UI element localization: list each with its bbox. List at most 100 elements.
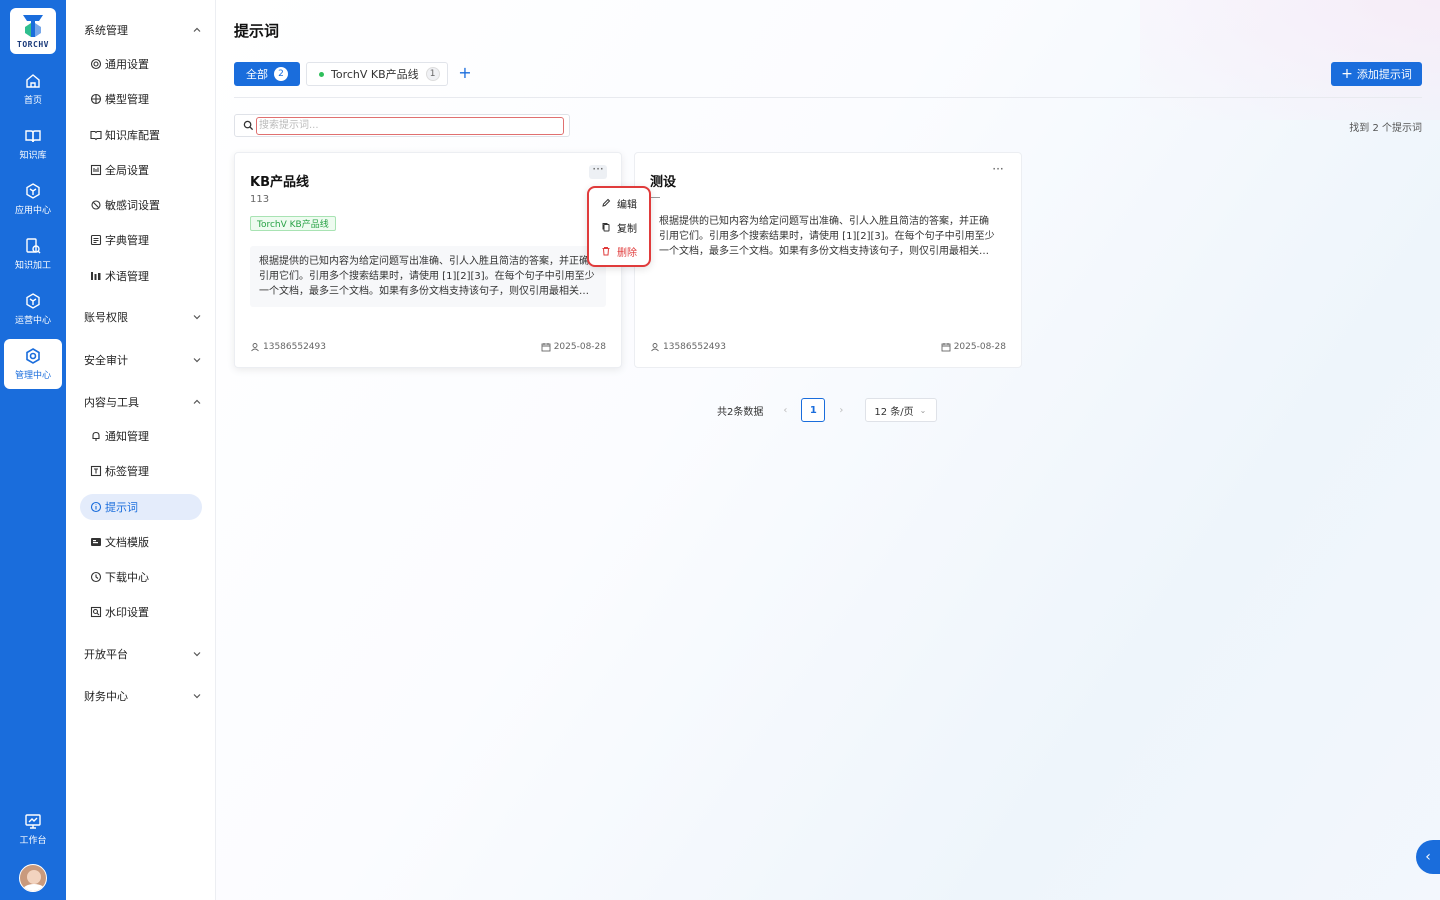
nav-item-label: 全局设置 [105, 164, 149, 177]
add-tab-plus-icon[interactable]: + [458, 65, 472, 81]
rail-item-label: 运营中心 [14, 316, 51, 326]
nav-item-terminology[interactable]: 术语管理 [80, 263, 202, 289]
rail-item-label: 工作台 [19, 836, 47, 846]
card-date-text: 2025-08-28 [553, 342, 606, 352]
menu-item-delete[interactable]: 删除 [601, 242, 637, 260]
nav-item-tags[interactable]: 标签管理 [80, 458, 202, 484]
page-number-button[interactable]: 1 [801, 398, 826, 422]
pencil-icon [602, 198, 611, 207]
sensitive-words-icon [91, 200, 101, 210]
book-icon [25, 130, 41, 143]
menu-item-label: 编辑 [617, 199, 637, 211]
pagination: 共2条数据 ‹ 1 › 12 条/页 ⌄ [717, 398, 938, 422]
card-subtitle: 113 [250, 194, 270, 205]
divider [234, 97, 1422, 98]
rail-bottom: 工作台 [0, 804, 66, 892]
card-title: KB产品线 [250, 175, 309, 190]
nav-item-label: 字典管理 [105, 234, 149, 247]
tab-torchv-kb[interactable]: TorchV KB产品线 1 [306, 62, 448, 86]
prompt-card[interactable]: 测设 ··· 根据提供的已知内容为给定问题写出准确、引人入胜且简洁的答案，并正确… [634, 152, 1022, 368]
add-prompt-button[interactable]: + 添加提示词 [1331, 62, 1422, 86]
card-date: 2025-08-28 [541, 342, 606, 352]
nav-group-audit[interactable]: 安全审计 [84, 350, 202, 370]
card-date-text: 2025-08-28 [953, 342, 1006, 352]
search-input[interactable] [256, 116, 564, 135]
tab-all[interactable]: 全部 2 [234, 62, 300, 86]
nav-item-label: 文档模版 [105, 536, 149, 549]
nav-item-label: 水印设置 [105, 606, 149, 619]
nav-item-label: 术语管理 [105, 270, 149, 283]
rail-item-app-center[interactable]: 应用中心 [4, 174, 62, 224]
rail-item-admin-center[interactable]: 管理中心 [4, 339, 62, 389]
menu-item-edit[interactable]: 编辑 [601, 194, 637, 212]
nav-item-global-settings[interactable]: 全局设置 [80, 157, 202, 183]
nav-group-account[interactable]: 账号权限 [84, 307, 202, 327]
nav-group-label: 开放平台 [84, 648, 128, 661]
nav-item-sensitive-words[interactable]: 敏感词设置 [80, 192, 202, 218]
nav-item-label: 知识库配置 [105, 129, 160, 142]
more-options-icon[interactable]: ··· [989, 163, 1007, 179]
page-size-select[interactable]: 12 条/页 ⌄ [865, 398, 938, 422]
nav-item-kb-config[interactable]: 知识库配置 [80, 122, 202, 148]
user-icon [651, 343, 659, 352]
rail-item-label: 应用中心 [14, 206, 51, 216]
rail-item-workbench[interactable]: 工作台 [4, 804, 62, 854]
chevron-down-icon [193, 358, 201, 363]
knowledge-process-icon [26, 238, 41, 254]
workbench-icon [25, 814, 41, 829]
collapse-panel-button[interactable]: ‹ [1416, 840, 1440, 874]
nav-item-doc-templates[interactable]: 文档模版 [80, 529, 202, 555]
user-icon [251, 343, 259, 352]
nav-group-finance[interactable]: 财务中心 [84, 686, 202, 706]
nav-item-dictionary[interactable]: 字典管理 [80, 227, 202, 253]
card-content: 根据提供的已知内容为给定问题写出准确、引人入胜且简洁的答案，并正确引用它们。引用… [250, 246, 606, 307]
model-icon [90, 93, 102, 105]
more-options-icon[interactable]: ··· [589, 163, 607, 179]
torchv-logo-icon [23, 15, 43, 37]
result-count: 找到 2 个提示词 [1349, 123, 1422, 134]
tab-label: TorchV KB产品线 [331, 68, 419, 81]
rail-item-knowledge-base[interactable]: 知识库 [4, 119, 62, 169]
app-center-icon [26, 183, 40, 199]
prev-page-icon[interactable]: ‹ [775, 405, 795, 416]
terminology-icon [91, 272, 101, 280]
rail-item-operations[interactable]: 运营中心 [4, 284, 62, 334]
chevron-up-icon [193, 27, 201, 32]
nav-group-label: 系统管理 [84, 24, 128, 37]
nav-group-system[interactable]: 系统管理 [84, 20, 202, 40]
tab-count-badge: 1 [425, 67, 440, 81]
rail-item-label: 知识加工 [14, 261, 51, 271]
menu-item-copy[interactable]: 复制 [601, 218, 637, 236]
watermark-icon [90, 606, 102, 618]
menu-item-label: 删除 [617, 247, 637, 259]
user-avatar[interactable] [19, 864, 47, 892]
nav-item-notifications[interactable]: 通知管理 [80, 423, 202, 449]
calendar-icon [941, 343, 951, 352]
nav-item-model-management[interactable]: 模型管理 [80, 86, 202, 112]
chevron-down-icon [193, 315, 201, 320]
chevron-left-icon: ‹ [1425, 849, 1431, 865]
nav-item-download-center[interactable]: 下载中心 [80, 564, 202, 590]
chevron-down-icon: ⌄ [919, 405, 927, 415]
torchv-logo[interactable]: TORCHV [10, 8, 56, 54]
nav-item-watermark[interactable]: 水印设置 [80, 599, 202, 625]
search-box [234, 114, 570, 137]
nav-group-content-tools[interactable]: 内容与工具 [84, 392, 202, 412]
nav-item-label: 通知管理 [105, 430, 149, 443]
template-icon [91, 538, 101, 546]
prompt-card[interactable]: KB产品线 113 TorchV KB产品线 ··· 根据提供的已知内容为给定问… [234, 152, 622, 368]
rail-item-home[interactable]: 首页 [4, 64, 62, 114]
next-page-icon[interactable]: › [831, 405, 851, 416]
nav-item-label: 下载中心 [105, 571, 149, 584]
tag-icon [90, 465, 102, 477]
nav-item-general-settings[interactable]: 通用设置 [80, 51, 202, 77]
main-content: 提示词 全部 2 TorchV KB产品线 1 + + 添加提示词 找到 2 个… [216, 0, 1440, 900]
nav-item-prompts[interactable]: 提示词 [80, 494, 202, 520]
search-icon [243, 120, 254, 131]
nav-item-label: 通用设置 [105, 58, 149, 71]
card-author: 13586552493 [650, 342, 726, 352]
rail-item-knowledge-process[interactable]: 知识加工 [4, 229, 62, 279]
card-date: 2025-08-28 [941, 342, 1006, 352]
rail-item-label: 知识库 [19, 151, 47, 161]
nav-group-open-platform[interactable]: 开放平台 [84, 644, 202, 664]
